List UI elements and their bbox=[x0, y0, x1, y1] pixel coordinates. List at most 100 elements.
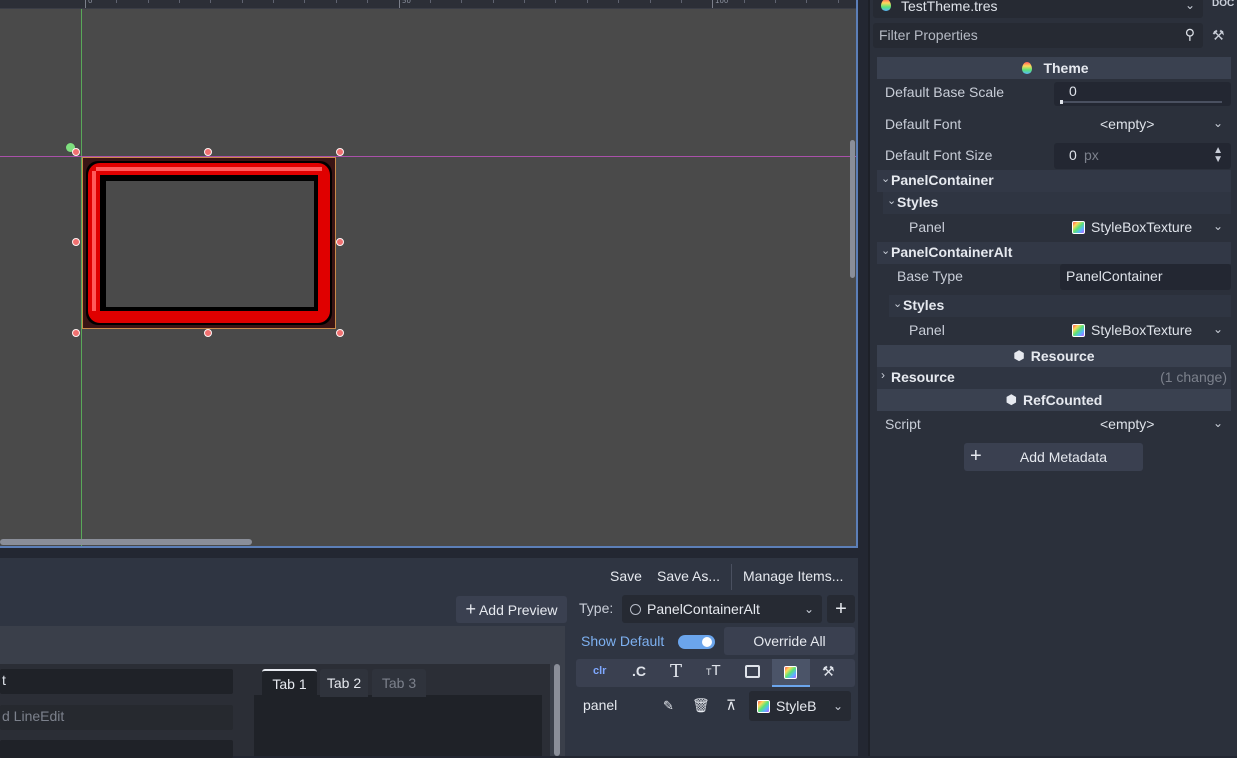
resource-section-title: Resource bbox=[1030, 348, 1095, 364]
panel-stylebox-picker[interactable]: StyleBoxTexture ⌄ bbox=[1070, 319, 1231, 343]
resource-group[interactable]: › Resource (1 change) bbox=[877, 367, 1231, 389]
styles-title: Styles bbox=[903, 297, 945, 313]
preview-lineedit[interactable]: t bbox=[0, 669, 233, 694]
base-type-field[interactable]: PanelContainer bbox=[1060, 264, 1231, 290]
ruler-label: 100 bbox=[715, 0, 729, 5]
default-font-size-label: Default Font Size bbox=[885, 147, 993, 163]
chevron-down-icon: ⌄ bbox=[1184, 0, 1195, 12]
show-default-toggle[interactable] bbox=[678, 635, 715, 649]
resource-group-title: Resource bbox=[891, 369, 955, 385]
chevron-down-icon: ⌄ bbox=[881, 173, 891, 185]
styles-group-2[interactable]: ⌄ Styles bbox=[889, 295, 1231, 317]
resize-handle-bottom-left[interactable] bbox=[72, 329, 80, 337]
preview-tab-3[interactable]: Tab 3 bbox=[372, 669, 426, 697]
save-as-button[interactable]: Save As... bbox=[657, 568, 720, 584]
panelcontainer-title: PanelContainer bbox=[891, 172, 994, 188]
resize-handle-top[interactable] bbox=[204, 148, 212, 156]
filter-placeholder: Filter Properties bbox=[879, 27, 978, 43]
cube-icon: ⬢ bbox=[1013, 348, 1025, 363]
filter-properties-input[interactable]: Filter Properties ⚲ bbox=[873, 23, 1203, 48]
resize-handle-bottom[interactable] bbox=[204, 329, 212, 337]
add-type-button[interactable]: + bbox=[827, 595, 855, 623]
constant-icon[interactable]: .C bbox=[632, 663, 646, 679]
horizontal-scrollbar[interactable] bbox=[0, 539, 252, 545]
script-value: <empty> bbox=[1100, 416, 1155, 432]
manage-items-button[interactable]: Manage Items... bbox=[743, 568, 843, 584]
resize-handle-bottom-right[interactable] bbox=[336, 329, 344, 337]
preview-lineedit[interactable] bbox=[0, 740, 233, 758]
styles-group-1[interactable]: ⌄ Styles bbox=[883, 192, 1231, 214]
default-font-picker[interactable]: <empty> ⌄ bbox=[1054, 114, 1231, 138]
panel-stylebox-preview[interactable] bbox=[82, 157, 336, 329]
preview-tab-2[interactable]: Tab 2 bbox=[320, 669, 368, 697]
theme-section-title: Theme bbox=[1043, 60, 1089, 76]
type-settings-icon[interactable]: ⚒ bbox=[822, 663, 835, 680]
type-selector[interactable]: PanelContainerAlt ⌄ bbox=[622, 595, 822, 623]
horizontal-ruler: 0 50 100 bbox=[0, 0, 856, 9]
color-icon[interactable]: clr bbox=[593, 665, 606, 677]
theme-section-header[interactable]: Theme bbox=[877, 57, 1231, 79]
ruler-label: 50 bbox=[402, 0, 411, 5]
panel-stylebox-value: StyleBoxTexture bbox=[1091, 322, 1193, 338]
preview-scrollbar[interactable] bbox=[554, 664, 560, 756]
panel-stylebox-picker[interactable]: StyleBoxTexture ⌄ bbox=[1070, 216, 1231, 240]
resize-handle-top-left[interactable] bbox=[72, 148, 80, 156]
preview-lineedit-placeholder[interactable]: d LineEdit bbox=[0, 705, 233, 730]
preview-tab-1[interactable]: Tab 1 bbox=[262, 669, 317, 697]
data-type-toolbar: clr .C T TT ⚒ bbox=[576, 659, 855, 687]
stylebox-icon bbox=[784, 666, 797, 679]
resource-section-header[interactable]: ⬢ Resource bbox=[877, 345, 1231, 367]
refcounted-section-title: RefCounted bbox=[1023, 392, 1103, 408]
theme-icon bbox=[881, 0, 891, 11]
default-font-value: <empty> bbox=[1100, 116, 1155, 132]
panel-container-icon bbox=[630, 603, 641, 615]
trash-icon[interactable]: 🗑 bbox=[692, 697, 710, 714]
stylebox-icon bbox=[1072, 324, 1085, 337]
resource-picker[interactable]: TestTheme.tres ⌄ bbox=[873, 0, 1203, 18]
default-font-size-value: 0 bbox=[1069, 147, 1077, 163]
cube-icon: ⬢ bbox=[1005, 392, 1018, 407]
add-preview-button[interactable]: + Add Preview bbox=[456, 596, 567, 623]
rename-icon[interactable]: ✎ bbox=[663, 698, 674, 714]
plus-icon: + bbox=[970, 445, 982, 467]
doc-icon[interactable]: DOC bbox=[1212, 0, 1234, 9]
preview-tab-content bbox=[254, 695, 542, 756]
refcounted-section-header[interactable]: ⬢ RefCounted bbox=[877, 389, 1231, 411]
panelcontainer-group[interactable]: ⌄ PanelContainer bbox=[877, 170, 1231, 192]
default-base-scale-value: 0 bbox=[1069, 83, 1077, 99]
plus-icon: + bbox=[835, 597, 847, 620]
resize-handle-left[interactable] bbox=[72, 238, 80, 246]
stylebox-tab[interactable] bbox=[772, 659, 810, 687]
pin-icon[interactable]: ⊼ bbox=[726, 697, 736, 714]
item-stylebox-selector[interactable]: StyleB ⌄ bbox=[749, 691, 851, 721]
panel-style-label: Panel bbox=[909, 322, 945, 338]
panelcontaineralt-group[interactable]: ⌄ PanelContainerAlt bbox=[877, 242, 1231, 264]
font-icon[interactable]: T bbox=[670, 661, 682, 682]
add-metadata-label: Add Metadata bbox=[1019, 449, 1108, 465]
canvas-viewport[interactable]: 0 50 100 bbox=[0, 0, 858, 548]
default-base-scale-label: Default Base Scale bbox=[885, 84, 1005, 100]
chevron-down-icon: ⌄ bbox=[1212, 416, 1223, 430]
separator bbox=[731, 564, 732, 590]
script-picker[interactable]: <empty> ⌄ bbox=[1054, 414, 1231, 438]
image-icon[interactable] bbox=[745, 665, 760, 678]
add-preview-label: Add Preview bbox=[478, 601, 558, 618]
override-all-button[interactable]: Override All bbox=[724, 627, 855, 655]
vertical-scrollbar[interactable] bbox=[850, 140, 855, 278]
search-icon: ⚲ bbox=[1184, 26, 1195, 42]
spinbox-arrows-icon[interactable]: ▲ ▼ bbox=[1213, 146, 1223, 165]
add-metadata-button[interactable]: + Add Metadata bbox=[964, 443, 1143, 471]
resize-handle-top-right[interactable] bbox=[336, 148, 344, 156]
font-size-icon[interactable]: TT bbox=[706, 662, 721, 679]
chevron-down-icon: ⌄ bbox=[881, 245, 891, 257]
chevron-down-icon: ⌄ bbox=[803, 602, 814, 616]
chevron-down-icon: ⌄ bbox=[1212, 219, 1223, 233]
save-button[interactable]: Save bbox=[610, 568, 642, 584]
tools-icon[interactable]: ⚒ bbox=[1212, 27, 1225, 44]
item-value: StyleB bbox=[776, 698, 817, 714]
default-font-size-spinbox[interactable]: 0 px ▲ ▼ bbox=[1054, 143, 1231, 169]
chevron-right-icon: › bbox=[881, 368, 885, 382]
resize-handle-right[interactable] bbox=[336, 238, 344, 246]
type-value: PanelContainerAlt bbox=[647, 601, 760, 617]
default-base-scale-slider[interactable]: 0 bbox=[1054, 82, 1231, 106]
